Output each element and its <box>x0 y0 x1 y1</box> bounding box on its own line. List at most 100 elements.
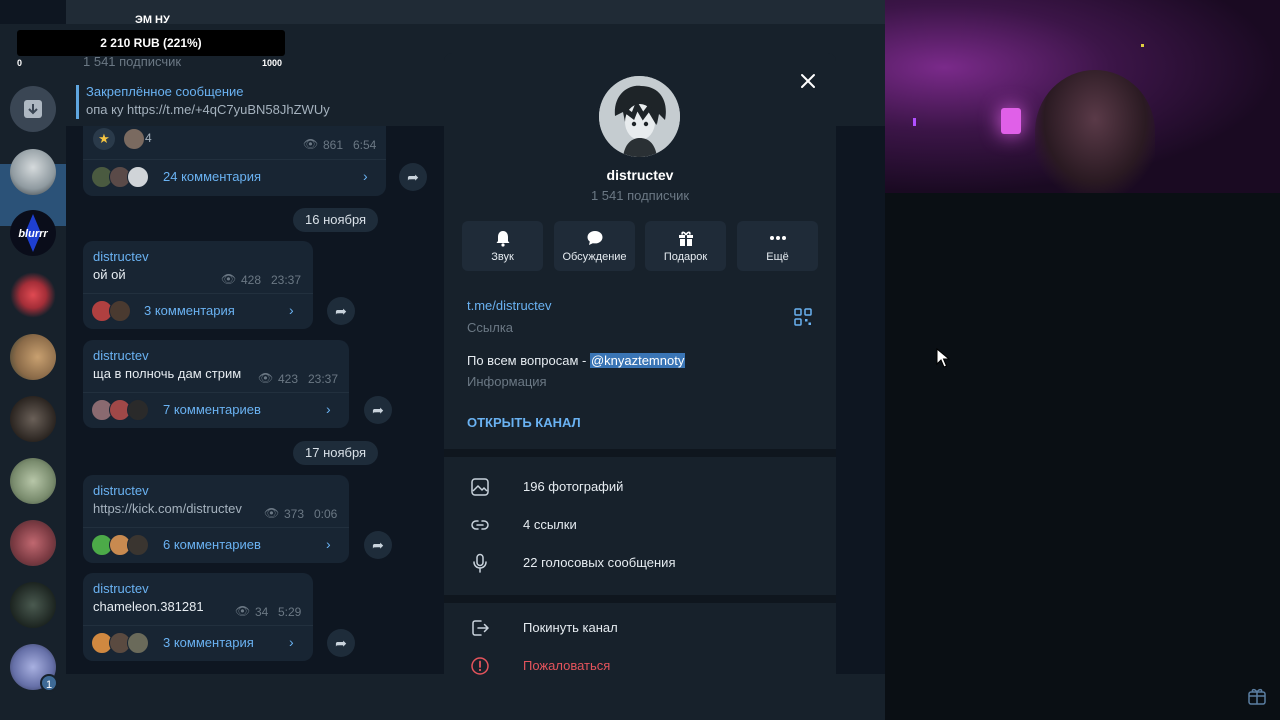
message-bubble[interactable]: distructev https://kick.com/distructev 👁… <box>83 475 349 563</box>
discussion-label: Обсуждение <box>562 251 627 263</box>
close-icon[interactable] <box>796 69 820 93</box>
archive-folder-button[interactable] <box>10 86 56 132</box>
chevron-right-icon: › <box>326 401 331 417</box>
eye-icon: 👁 <box>258 371 274 385</box>
sidebar-chat-7[interactable] <box>10 520 56 566</box>
bubble-divider <box>83 625 313 626</box>
more-label: Ещё <box>766 251 789 263</box>
message-time: 6:54 <box>353 138 377 152</box>
discussion-button[interactable]: Обсуждение <box>554 221 635 271</box>
sound-label: Звук <box>491 251 514 263</box>
sidebar-chat-6[interactable] <box>10 458 56 504</box>
leave-icon <box>472 620 490 636</box>
commenter-avatar <box>127 166 149 188</box>
share-button[interactable]: ➦ <box>399 163 427 191</box>
gift-icon[interactable] <box>1247 686 1267 706</box>
share-button[interactable]: ➦ <box>327 629 355 657</box>
comments-link[interactable]: 7 комментариев <box>163 402 261 417</box>
reaction-count: 4 <box>145 131 152 145</box>
gift-icon <box>678 231 693 246</box>
message-text: chameleon.381281 <box>93 599 204 614</box>
description-label: Информация <box>467 374 547 389</box>
view-count: 373 <box>284 507 305 521</box>
message-bubble[interactable]: distructev ща в полночь дам стрим 👁 423 … <box>83 340 349 428</box>
channel-avatar[interactable] <box>599 76 680 157</box>
message-author[interactable]: distructev <box>93 249 149 264</box>
chevron-right-icon: › <box>289 302 294 318</box>
leave-channel-row[interactable]: Покинуть канал <box>444 609 836 647</box>
comments-link[interactable]: 6 комментариев <box>163 537 261 552</box>
message-bubble[interactable]: ★ 4 👁 861 6:54 24 комментария › <box>83 126 386 196</box>
star-reaction-icon[interactable]: ★ <box>93 128 115 150</box>
more-icon <box>769 236 786 240</box>
channel-link[interactable]: t.me/distructev <box>467 298 552 313</box>
mouse-cursor-icon <box>936 348 950 368</box>
more-button[interactable]: Ещё <box>737 221 818 271</box>
report-label: Пожаловаться <box>523 658 611 673</box>
sidebar-chat-9[interactable]: 1 <box>10 644 58 692</box>
comments-link[interactable]: 24 комментария <box>163 169 261 184</box>
sidebar-chat-3[interactable] <box>10 272 56 318</box>
description-text: По всем вопросам - <box>467 353 590 368</box>
open-channel-button[interactable]: ОТКРЫТЬ КАНАЛ <box>467 415 581 430</box>
message-author[interactable]: distructev <box>93 483 149 498</box>
view-count: 861 <box>323 138 344 152</box>
photos-row[interactable]: 196 фотографий <box>444 468 836 506</box>
voice-messages-row[interactable]: 22 голосовых сообщения <box>444 544 836 582</box>
share-button[interactable]: ➦ <box>364 396 392 424</box>
message-text[interactable]: https://kick.com/distructev <box>93 501 242 516</box>
eye-icon: 👁 <box>303 137 319 151</box>
anime-portrait-icon <box>599 76 680 157</box>
pinned-message-text[interactable]: опа ку https://t.me/+4qC7yuBN58JhZWUy <box>86 102 330 117</box>
archive-icon <box>24 100 42 118</box>
sidebar-chat-5[interactable] <box>10 396 56 442</box>
chat-bubble-icon <box>587 231 602 245</box>
channel-info-modal: distructev 1 541 подписчик Звук Обсужден… <box>444 53 836 720</box>
sidebar-chat-4[interactable] <box>10 334 56 380</box>
comments-link[interactable]: 3 комментария <box>144 303 235 318</box>
links-row[interactable]: 4 ссылки <box>444 506 836 544</box>
share-button[interactable]: ➦ <box>327 297 355 325</box>
eye-icon: 👁 <box>264 506 280 520</box>
message-author[interactable]: distructev <box>93 348 149 363</box>
report-icon <box>471 657 489 675</box>
commenter-avatar <box>127 534 149 556</box>
qr-code-icon[interactable] <box>794 308 812 326</box>
sidebar-chat-distructev[interactable] <box>10 149 56 195</box>
share-button[interactable]: ➦ <box>364 531 392 559</box>
pinned-message-title[interactable]: Закреплённое сообщение <box>86 84 244 99</box>
view-count: 34 <box>255 605 269 619</box>
link-icon <box>471 520 489 530</box>
sidebar-chat-8[interactable] <box>10 582 56 628</box>
message-bubble[interactable]: distructev chameleon.381281 👁 34 5:29 3 … <box>83 573 313 661</box>
donation-goal-bar: 2 210 RUB (221%) <box>17 30 285 56</box>
date-separator: 16 ноября <box>293 208 379 232</box>
mention-link[interactable]: @knyaztemnoty <box>589 353 686 368</box>
gift-label: Подарок <box>663 251 708 263</box>
bubble-divider <box>83 159 386 160</box>
channel-description: По всем вопросам - @knyaztemnoty <box>467 353 686 368</box>
message-time: 5:29 <box>278 605 302 619</box>
section-separator <box>444 595 836 603</box>
bubble-divider <box>83 392 349 393</box>
sidebar-chat-blurrr[interactable]: blurrr <box>10 210 56 256</box>
message-text: ой ой <box>93 267 126 282</box>
header-subscriber-count: 1 541 подписчик <box>83 54 182 69</box>
message-author[interactable]: distructev <box>93 581 149 596</box>
comments-link[interactable]: 3 комментария <box>163 635 254 650</box>
gift-button[interactable]: Подарок <box>645 221 726 271</box>
report-row[interactable]: Пожаловаться <box>444 647 836 685</box>
commenter-avatar <box>127 632 149 654</box>
channel-name: distructev <box>606 167 674 183</box>
channel-subscriber-count: 1 541 подписчик <box>590 188 690 203</box>
commenter-avatar <box>127 399 149 421</box>
sound-button[interactable]: Звук <box>462 221 543 271</box>
chevron-right-icon: › <box>363 168 368 184</box>
chevron-right-icon: › <box>289 634 294 650</box>
message-bubble[interactable]: distructev ой ой 👁 428 23:37 3 комментар… <box>83 241 313 329</box>
photo-icon <box>471 478 489 496</box>
webcam-feed <box>885 0 1280 193</box>
links-label: 4 ссылки <box>523 517 577 532</box>
leave-channel-label: Покинуть канал <box>523 620 618 635</box>
commenter-avatar <box>109 300 131 322</box>
